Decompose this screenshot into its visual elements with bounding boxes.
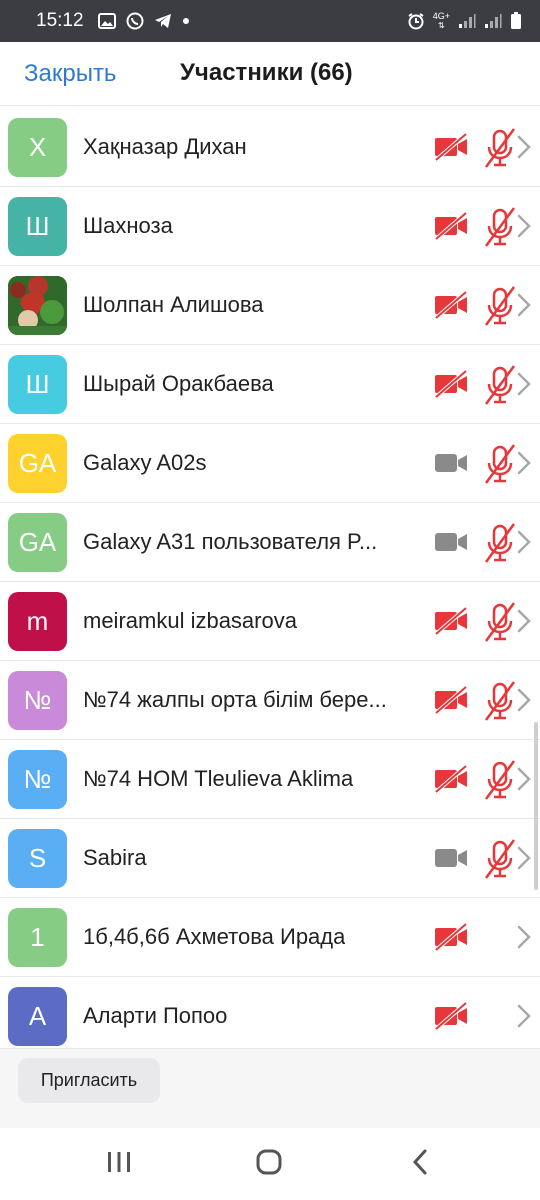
signal-icon — [458, 13, 476, 29]
participant-row[interactable]: Шолпан Алишова — [0, 266, 540, 345]
network-type-label: 4G+ — [432, 11, 450, 21]
signal-2-icon — [484, 13, 502, 29]
participant-row[interactable]: № №74 жалпы орта білім бере... — [0, 661, 540, 740]
video-off-icon — [433, 606, 469, 636]
participant-row[interactable]: S Sabira — [0, 819, 540, 898]
video-off-icon — [433, 211, 469, 241]
participant-name: Шолпан Алишова — [83, 292, 264, 317]
system-navigation-bar — [0, 1128, 540, 1200]
close-button[interactable]: Закрыть — [24, 60, 116, 88]
participant-row[interactable]: Ш Шахноза — [0, 187, 540, 266]
participant-row[interactable]: № №74 HOM Tleulieva Aklima — [0, 740, 540, 819]
video-on-icon — [433, 448, 469, 478]
avatar: A — [8, 987, 67, 1046]
chevron-right-icon[interactable] — [516, 529, 532, 555]
avatar: GA — [8, 434, 67, 493]
chevron-right-icon[interactable] — [516, 1003, 532, 1029]
participant-name: meiramkul izbasarova — [83, 608, 297, 633]
chevron-right-icon[interactable] — [516, 371, 532, 397]
participant-row[interactable]: Х Хақназар Дихан — [0, 108, 540, 187]
video-off-icon — [433, 290, 469, 320]
mic-muted-icon — [482, 204, 518, 248]
page-title: Участники (66) — [180, 59, 353, 86]
chevron-right-icon[interactable] — [516, 450, 532, 476]
chevron-right-icon[interactable] — [516, 134, 532, 160]
avatar: Ш — [8, 355, 67, 414]
network-type-icon: 4G+ ⇅ — [432, 11, 450, 31]
video-off-icon — [433, 764, 469, 794]
footer-bar: Пригласить — [0, 1048, 540, 1128]
video-off-icon — [433, 369, 469, 399]
chevron-right-icon[interactable] — [516, 924, 532, 950]
participant-name: Шырай Оракбаева — [83, 371, 274, 396]
participant-name: №74 HOM Tleulieva Aklima — [83, 766, 354, 791]
mic-muted-icon — [482, 757, 518, 801]
battery-icon — [510, 12, 522, 30]
mic-muted-icon — [482, 599, 518, 643]
participant-name: Sabira — [83, 845, 147, 870]
recent-apps-icon[interactable] — [106, 1148, 132, 1181]
participant-name: 1б,4б,6б Ахметова Ирада — [83, 924, 346, 949]
avatar: S — [8, 829, 67, 888]
mic-muted-icon — [482, 283, 518, 327]
video-off-icon — [433, 132, 469, 162]
mic-muted-icon — [482, 362, 518, 406]
avatar: Х — [8, 118, 67, 177]
notification-dot-icon — [182, 17, 190, 25]
chevron-right-icon[interactable] — [516, 687, 532, 713]
avatar: № — [8, 750, 67, 809]
mic-muted-icon — [482, 125, 518, 169]
chevron-right-icon[interactable] — [516, 213, 532, 239]
video-off-icon — [433, 1001, 469, 1031]
mic-muted-icon — [482, 441, 518, 485]
alarm-icon — [407, 12, 425, 30]
participant-row[interactable]: GA Galaxy A31 пользователя P... — [0, 503, 540, 582]
avatar — [8, 276, 67, 335]
avatar: m — [8, 592, 67, 651]
participant-name: Galaxy A02s — [83, 450, 207, 475]
chevron-right-icon[interactable] — [516, 845, 532, 871]
chevron-right-icon[interactable] — [516, 292, 532, 318]
participant-row[interactable]: A Аларти Попоо — [0, 977, 540, 1048]
participant-name: Аларти Попоо — [83, 1003, 228, 1028]
mic-muted-icon — [482, 678, 518, 722]
participants-header: Закрыть Участники (66) — [0, 42, 540, 106]
scrollbar[interactable] — [534, 722, 538, 890]
mic-muted-icon — [482, 520, 518, 564]
avatar: № — [8, 671, 67, 730]
participants-list[interactable]: Х Хақназар Дихан Ш Шахноза Шолпан Алишова Ш Шы… — [0, 108, 540, 1048]
chevron-right-icon[interactable] — [516, 766, 532, 792]
invite-button[interactable]: Пригласить — [18, 1058, 160, 1103]
home-icon[interactable] — [255, 1148, 283, 1181]
mic-muted-icon — [482, 836, 518, 880]
participant-name: Galaxy A31 пользователя P... — [83, 529, 378, 554]
participant-row[interactable]: GA Galaxy A02s — [0, 424, 540, 503]
participant-row[interactable]: Ш Шырай Оракбаева — [0, 345, 540, 424]
video-on-icon — [433, 843, 469, 873]
avatar: Ш — [8, 197, 67, 256]
back-icon[interactable] — [410, 1148, 430, 1181]
video-on-icon — [433, 527, 469, 557]
avatar: 1 — [8, 908, 67, 967]
status-bar: 15:12 4G+ ⇅ — [0, 0, 540, 42]
participant-row[interactable]: m meiramkul izbasarova — [0, 582, 540, 661]
status-time: 15:12 — [36, 10, 84, 31]
whatsapp-icon — [126, 12, 144, 30]
video-off-icon — [433, 922, 469, 952]
avatar: GA — [8, 513, 67, 572]
chevron-right-icon[interactable] — [516, 608, 532, 634]
telegram-icon — [154, 13, 172, 29]
participant-name: Хақназар Дихан — [83, 134, 247, 159]
participant-name: Шахноза — [83, 213, 173, 238]
video-off-icon — [433, 685, 469, 715]
gallery-icon — [97, 13, 116, 29]
participant-name: №74 жалпы орта білім бере... — [83, 687, 387, 712]
participant-row[interactable]: 1 1б,4б,6б Ахметова Ирада — [0, 898, 540, 977]
